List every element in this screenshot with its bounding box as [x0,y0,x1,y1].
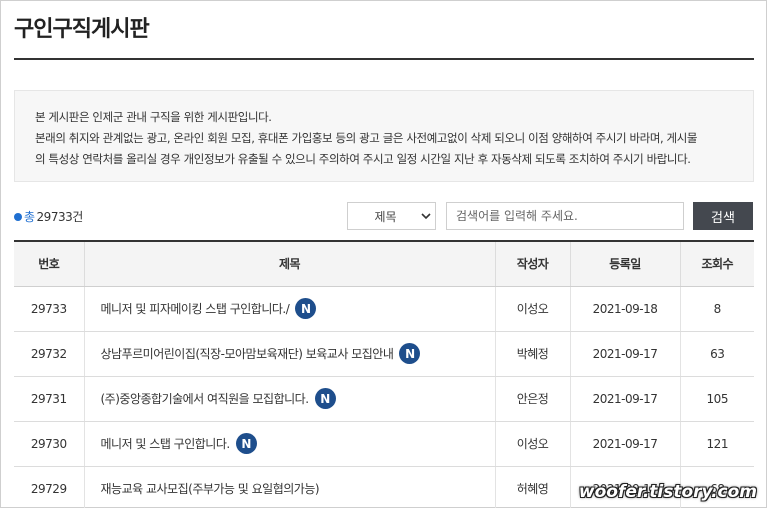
post-views: 63 [680,331,754,377]
watermark: woofer.tistory.com [578,482,757,502]
new-badge-icon: N [314,388,336,409]
post-number: 29729 [14,466,85,508]
table-header: 번호 제목 작성자 등록일 조회수 [14,241,754,287]
post-number: 29730 [14,421,85,467]
search-field-select[interactable]: 제목 [347,202,436,230]
dot-icon [14,212,22,221]
new-badge-icon: N [399,343,421,364]
notice-line: 본 게시판은 인제군 관내 구직을 위한 게시판입니다. [35,110,272,124]
new-badge-icon: N [235,433,257,454]
post-number: 29733 [14,286,85,332]
post-title-link[interactable]: 메니저 및 스탭 구인합니다. [101,437,231,451]
post-title-link[interactable]: 상남푸르미어린이집(직장-모아맘보육재단) 보육교사 모집안내 [101,347,394,361]
column-header-views: 조회수 [680,241,754,287]
column-header-author: 작성자 [495,241,571,287]
notice-box: 본 게시판은 인제군 관내 구직을 위한 게시판입니다. 본래의 취지와 관계없… [14,90,754,182]
post-subject[interactable]: 상남푸르미어린이집(직장-모아맘보육재단) 보육교사 모집안내 N [84,331,496,377]
post-title-link[interactable]: 재능교육 교사모집(주부가능 및 요일협의가능) [101,482,320,496]
total-count: 총 29733건 [14,208,83,225]
search-button[interactable]: 검색 [693,202,753,230]
post-title-link[interactable]: 메니저 및 피자메이킹 스탭 구인합니다./ [101,302,290,316]
post-number: 29732 [14,331,85,377]
post-subject[interactable]: 메니저 및 피자메이킹 스탭 구인합니다./ N [84,286,496,332]
post-author: 이성오 [495,421,571,467]
search-field-value: 제목 [374,209,397,224]
table-row[interactable]: 29732 상남푸르미어린이집(직장-모아맘보육재단) 보육교사 모집안내 N 박… [14,331,754,377]
column-header-date: 등록일 [570,241,681,287]
post-author: 이성오 [495,286,571,332]
page-title: 구인구직게시판 [14,17,150,42]
notice-line: 본래의 취지와 관계없는 광고, 온라인 회원 모집, 휴대폰 가입홍보 등의 … [35,131,698,145]
post-author: 안은정 [495,376,571,422]
post-author: 허혜영 [495,466,571,508]
board-table: 번호 제목 작성자 등록일 조회수 29733 메니저 및 피자메이킹 스탭 구… [14,240,754,508]
column-header-number: 번호 [14,241,85,287]
post-number: 29731 [14,376,85,422]
new-badge-icon: N [295,298,317,319]
post-views: 8 [680,286,754,332]
post-views: 105 [680,376,754,422]
total-count-value: 29733건 [36,210,84,224]
chevron-down-icon [417,203,435,229]
post-subject[interactable]: 메니저 및 스탭 구인합니다. N [84,421,496,467]
column-header-subject: 제목 [84,241,496,287]
post-date: 2021-09-17 [570,421,681,467]
post-subject[interactable]: (주)중앙종합기술에서 여직원을 모집합니다. N [84,376,496,422]
post-subject[interactable]: 재능교육 교사모집(주부가능 및 요일협의가능) [84,466,496,508]
post-author: 박혜정 [495,331,571,377]
search-input[interactable] [446,202,684,230]
title-divider [14,58,754,60]
notice-line: 의 특성상 연락처를 올리실 경우 개인정보가 유출될 수 있으니 주의하여 주… [35,152,691,166]
total-label: 총 [24,210,35,224]
post-date: 2021-09-18 [570,286,681,332]
post-views: 121 [680,421,754,467]
table-row[interactable]: 29733 메니저 및 피자메이킹 스탭 구인합니다./ N 이성오 2021-0… [14,286,754,332]
post-title-link[interactable]: (주)중앙종합기술에서 여직원을 모집합니다. [101,392,310,406]
post-date: 2021-09-17 [570,331,681,377]
table-row[interactable]: 29730 메니저 및 스탭 구인합니다. N 이성오 2021-09-17 12… [14,421,754,467]
post-date: 2021-09-17 [570,376,681,422]
table-row[interactable]: 29731 (주)중앙종합기술에서 여직원을 모집합니다. N 안은정 2021-… [14,376,754,422]
